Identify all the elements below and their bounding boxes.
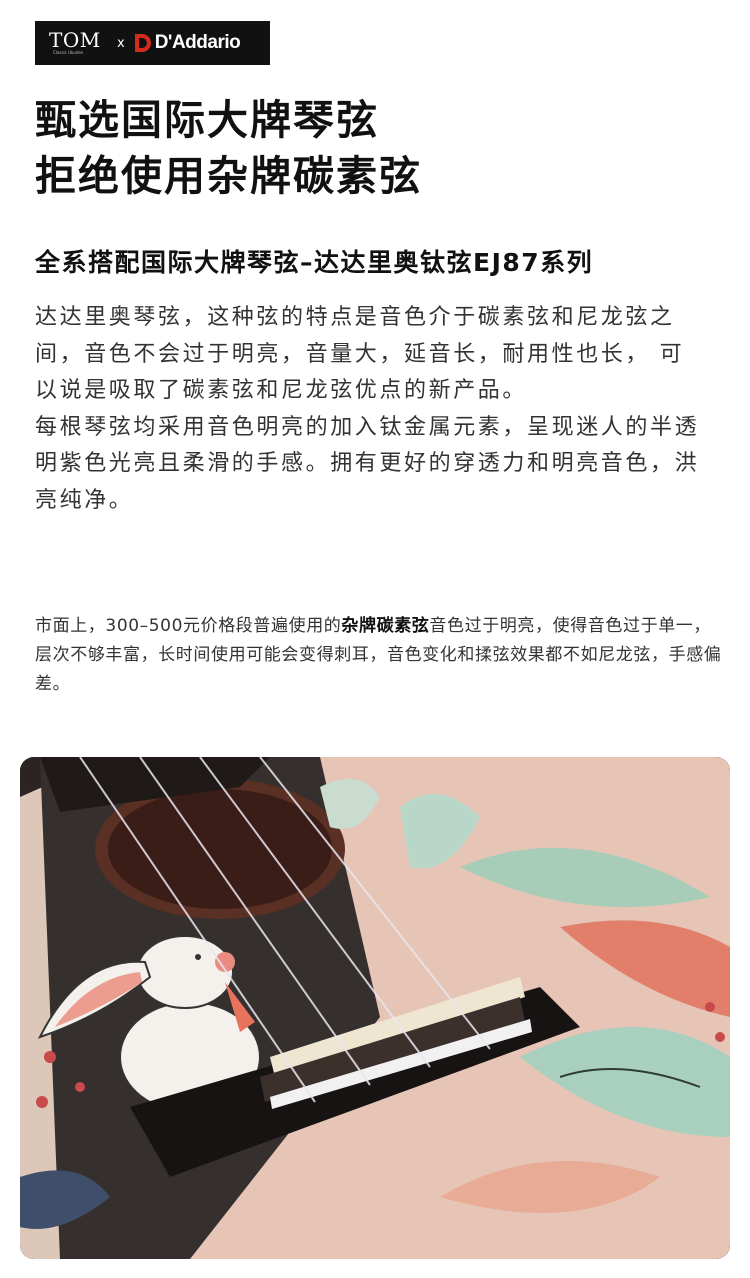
headline-line-2: 拒绝使用杂牌碳素弦 [35, 152, 422, 200]
ukulele-photo [20, 757, 730, 1259]
daddario-logo: D'Addario [154, 32, 241, 53]
tom-logo-subtitle: Classic Ukulele [53, 50, 83, 55]
brand-badge: TOM Classic Ukulele x D'Addario [35, 21, 270, 65]
ukulele-illustration [20, 757, 730, 1259]
note-prefix: 市面上，300–500元价格段普遍使用的 [35, 616, 342, 636]
description-block: 达达里奥琴弦，这种弦的特点是音色介于碳素弦和尼龙弦之间，音色不会过于明亮，音量大… [35, 300, 705, 519]
description-paragraph-1: 达达里奥琴弦，这种弦的特点是音色介于碳素弦和尼龙弦之间，音色不会过于明亮，音量大… [35, 305, 685, 403]
headline-line-1: 甄选国际大牌琴弦 [35, 96, 379, 144]
daddario-d-icon [134, 34, 151, 52]
tom-logo: TOM [49, 28, 101, 52]
tom-logo-group: TOM Classic Ukulele [49, 30, 109, 56]
strings-subheading: 全系搭配国际大牌琴弦–达达里奥钛弦EJ87系列 [35, 248, 594, 277]
note-bold: 杂牌碳素弦 [341, 616, 430, 636]
collab-x: x [117, 35, 125, 51]
page-headline: 甄选国际大牌琴弦 拒绝使用杂牌碳素弦 [35, 92, 422, 204]
market-note: 市面上，300–500元价格段普遍使用的杂牌碳素弦音色过于明亮，使得音色过于单一… [35, 612, 725, 699]
description-paragraph-2: 每根琴弦均采用音色明亮的加入钛金属元素，呈现迷人的半透明紫色光亮且柔滑的手感。拥… [35, 414, 700, 513]
